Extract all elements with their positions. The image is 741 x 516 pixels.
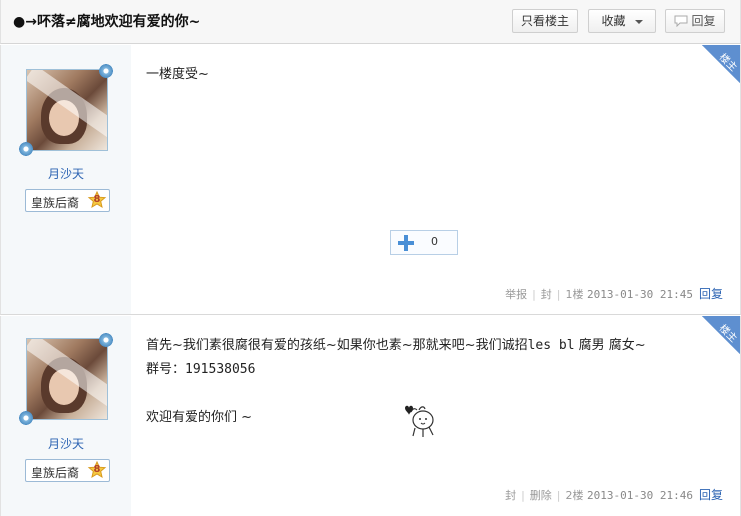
level-star-icon: 8 — [87, 191, 107, 211]
favorite-button[interactable]: 收藏 — [588, 9, 656, 33]
like-count: 0 — [431, 235, 438, 248]
delete-link[interactable]: 删除 — [530, 489, 552, 502]
group-number-line: 群号：191538056 — [146, 358, 706, 382]
post-text: 首先~我们素很腐很有爱的孩纸~如果你也素~那就来吧~我们诚招 — [146, 338, 528, 353]
avatar[interactable] — [26, 69, 108, 151]
floor-number: 2楼 — [565, 489, 584, 502]
post-text-line: 首先~我们素很腐很有爱的孩纸~如果你也素~那就来吧~我们诚招les bl 腐男 … — [146, 334, 706, 358]
post-floor-2: 月沙天 皇族后裔 8 楼主 首先~我们素很腐很有爱的孩纸~如果你也素~那就来吧~… — [0, 316, 741, 516]
chevron-down-icon — [634, 19, 643, 24]
flower-icon — [98, 332, 114, 348]
group-number: 191538056 — [185, 362, 256, 377]
reply-label: 回复 — [691, 14, 716, 28]
badge-name: 皇族后裔 — [31, 196, 80, 210]
floor-number: 1楼 — [565, 288, 584, 301]
flower-icon — [18, 141, 34, 157]
flower-icon — [98, 63, 114, 79]
username-link[interactable]: 月沙天 — [1, 435, 131, 452]
thread-title: ●→吥落≠腐地欢迎有爱的你~ — [13, 14, 201, 30]
author-sidebar: 月沙天 皇族后裔 8 — [1, 316, 131, 516]
reply-button[interactable]: 回复 — [665, 9, 725, 33]
member-badge[interactable]: 皇族后裔 8 — [25, 189, 110, 212]
post-timestamp: 2013-01-30 21:46 — [587, 489, 693, 502]
post-content: 一楼度受~ — [146, 63, 209, 87]
op-corner-tag: 楼主 — [702, 316, 740, 354]
op-tag-label: 楼主 — [716, 322, 739, 345]
post-text: les bl — [527, 338, 575, 353]
op-tag-label: 楼主 — [716, 51, 739, 74]
ban-link[interactable]: 封 — [505, 489, 516, 502]
post-content: 首先~我们素很腐很有爱的孩纸~如果你也素~那就来吧~我们诚招les bl 腐男 … — [146, 334, 706, 437]
emoticon-sticker — [401, 400, 441, 440]
post-reply-link[interactable]: 回复 — [699, 287, 723, 301]
author-sidebar: 月沙天 皇族后裔 8 — [1, 45, 131, 314]
post-timestamp: 2013-01-30 21:45 — [587, 288, 693, 301]
username-link[interactable]: 月沙天 — [1, 165, 131, 182]
avatar-frame[interactable] — [18, 332, 114, 428]
badge-level: 8 — [93, 194, 101, 205]
badge-name: 皇族后裔 — [31, 466, 80, 480]
avatar[interactable] — [26, 338, 108, 420]
thread-header: ●→吥落≠腐地欢迎有爱的你~ 只看楼主 收藏 回复 — [0, 0, 741, 44]
member-badge[interactable]: 皇族后裔 8 — [25, 459, 110, 482]
post-floor-1: 月沙天 皇族后裔 8 楼主 一楼度受~ 0 举报 | 封 | 1楼 2013-01-30… — [0, 45, 741, 315]
post-text: 腐男 腐女~ — [574, 338, 646, 353]
badge-level: 8 — [93, 464, 101, 475]
op-corner-tag: 楼主 — [702, 45, 740, 83]
avatar-frame[interactable] — [18, 63, 114, 159]
like-button[interactable]: 0 — [390, 230, 458, 255]
ban-link[interactable]: 封 — [541, 288, 552, 301]
group-label: 群号： — [146, 362, 186, 377]
post-meta: 举报 | 封 | 1楼 2013-01-30 21:45 回复 — [505, 287, 723, 301]
speech-bubble-icon — [674, 15, 688, 27]
only-op-button[interactable]: 只看楼主 — [512, 9, 578, 33]
level-star-icon: 8 — [87, 461, 107, 481]
favorite-label: 收藏 — [601, 14, 626, 28]
flower-icon — [18, 410, 34, 426]
report-link[interactable]: 举报 — [505, 288, 527, 301]
plus-icon — [398, 235, 414, 251]
post-meta: 封 | 删除 | 2楼 2013-01-30 21:46 回复 — [505, 488, 723, 502]
post-text: 一楼度受~ — [146, 67, 209, 82]
post-reply-link[interactable]: 回复 — [699, 488, 723, 502]
